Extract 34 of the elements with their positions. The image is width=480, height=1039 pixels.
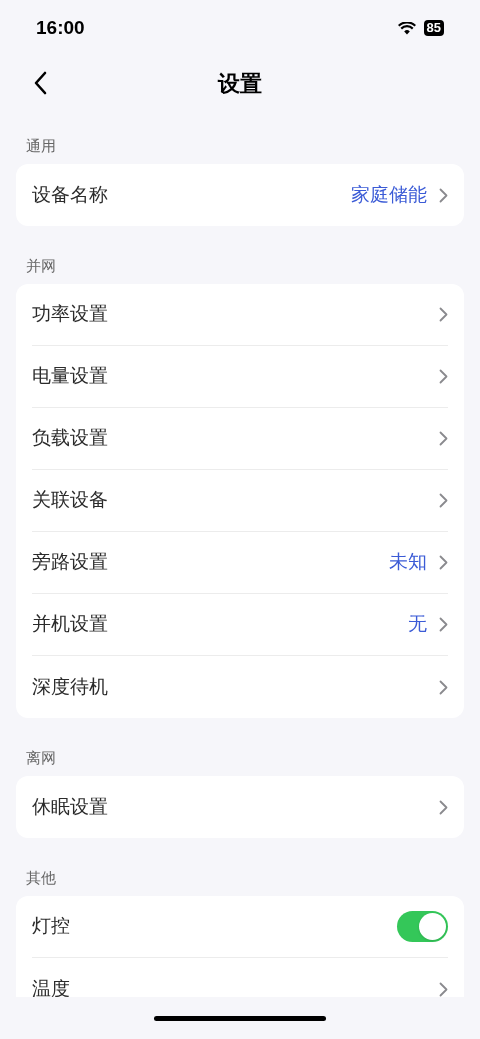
row-label[interactable]: 电量设置 [32,362,108,391]
section-header: 离网 [26,749,56,766]
row-value: 家庭储能 [351,182,427,207]
chevron-right-icon [439,187,448,203]
chevron-right-icon [439,369,448,384]
row-value: 未知 [389,550,427,575]
chevron-right-icon [439,981,448,997]
section-header: 通用 [26,137,56,154]
chevron-right-icon [439,431,448,446]
row-label[interactable]: 旁路设置 [32,548,108,577]
row-label[interactable]: 深度待机 [32,672,108,702]
page-title: 设置 [218,69,262,98]
row-label[interactable]: 关联设备 [32,486,108,515]
chevron-right-icon [439,617,448,632]
row-label[interactable]: 负载设置 [32,424,108,453]
chevron-right-icon [439,493,448,508]
row-label[interactable]: 灯控 [32,912,70,941]
chevron-right-icon [439,679,448,695]
back-icon [33,71,47,95]
chevron-right-icon [439,799,448,815]
battery-level: 85 [423,20,444,36]
row-label[interactable]: 设备名称 [32,180,108,210]
section-header: 其他 [26,869,56,886]
row-label[interactable]: 并机设置 [32,610,108,639]
row-label[interactable]: 功率设置 [32,300,108,329]
chevron-right-icon [439,555,448,570]
row-value: 无 [408,612,427,637]
chevron-right-icon [439,307,448,322]
toggle-switch[interactable] [397,911,448,942]
row-label[interactable]: 温度 [32,974,70,997]
wifi-icon [397,21,416,35]
section-header: 并网 [26,257,56,274]
row-label[interactable]: 休眠设置 [32,792,108,822]
status-time: 16:00 [36,15,85,40]
